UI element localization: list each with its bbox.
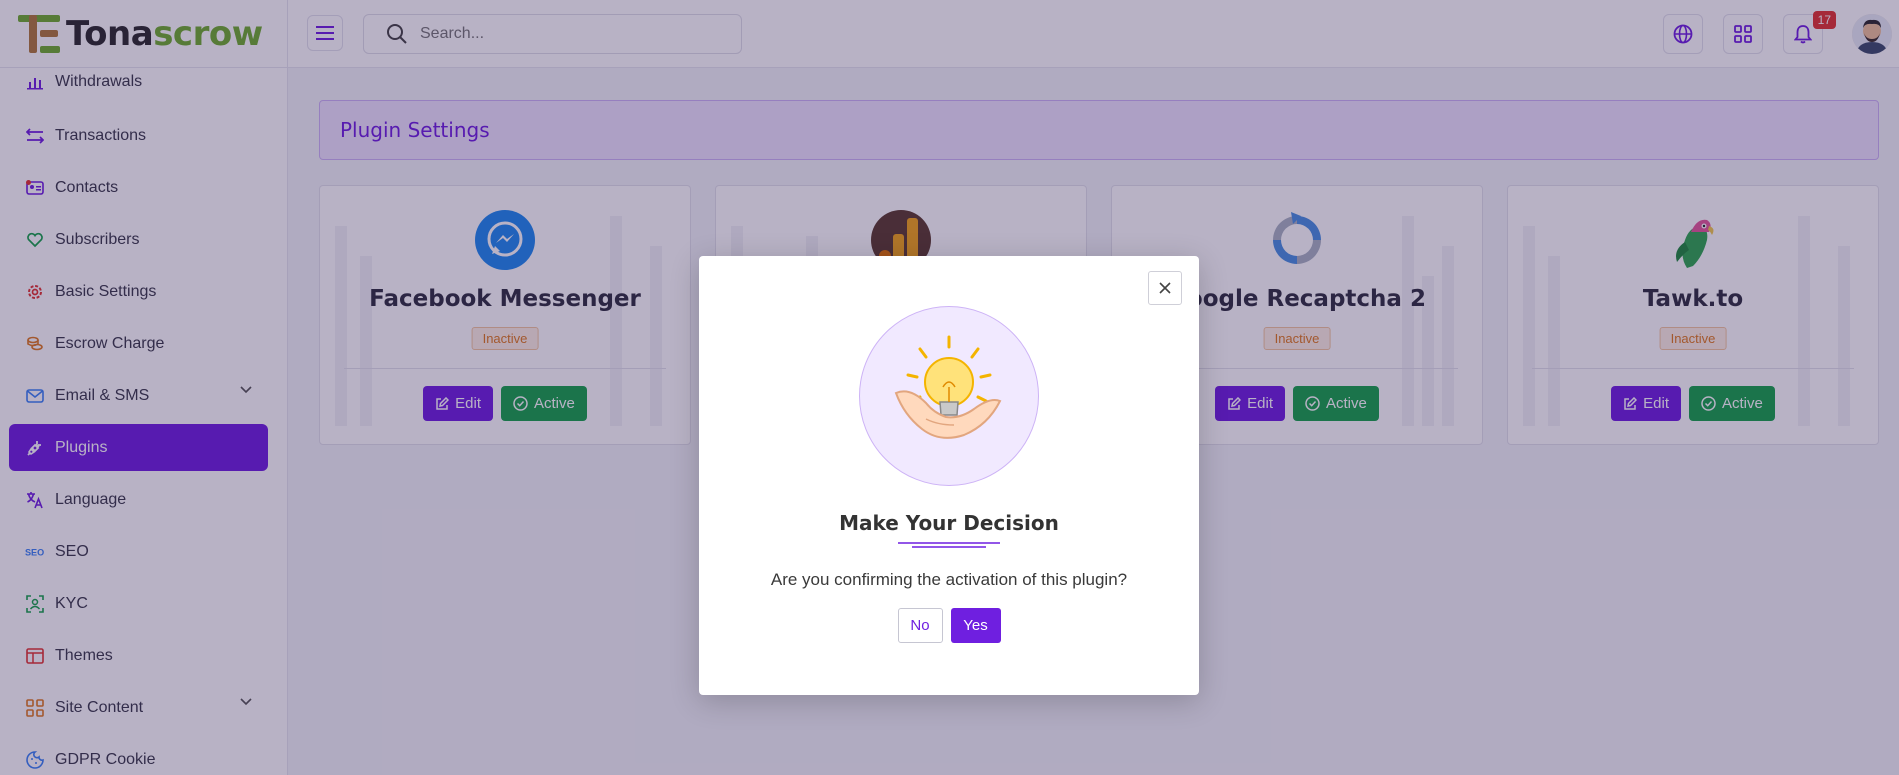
lightbulb-hand-icon	[894, 335, 1002, 439]
no-button[interactable]: No	[897, 608, 943, 643]
title-underline	[898, 542, 1000, 548]
confirmation-modal: Make Your Decision Are you confirming th…	[699, 256, 1199, 695]
close-button[interactable]	[1148, 271, 1182, 305]
modal-illustration	[859, 306, 1039, 486]
yes-button[interactable]: Yes	[950, 608, 1001, 643]
modal-title: Make Your Decision	[839, 511, 1059, 535]
close-icon	[1159, 282, 1171, 294]
modal-message: Are you confirming the activation of thi…	[770, 570, 1128, 589]
